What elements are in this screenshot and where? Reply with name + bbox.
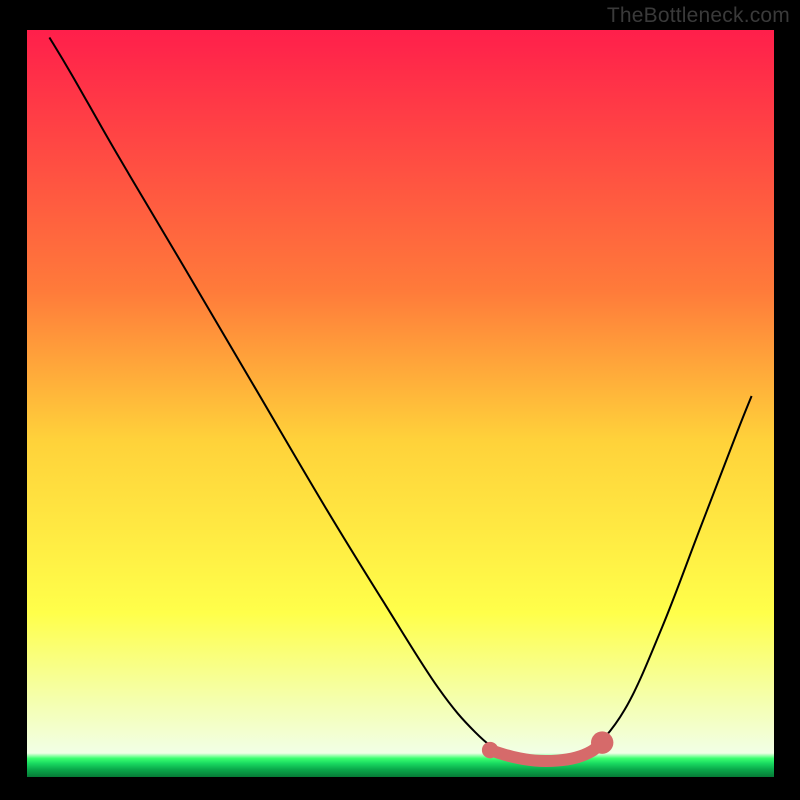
chart-frame: TheBottleneck.com (0, 0, 800, 800)
optimal-zone-start-dot (482, 742, 498, 758)
gradient-background (27, 30, 774, 777)
optimal-zone-end-dot (591, 731, 613, 753)
bottleneck-chart (0, 0, 800, 800)
